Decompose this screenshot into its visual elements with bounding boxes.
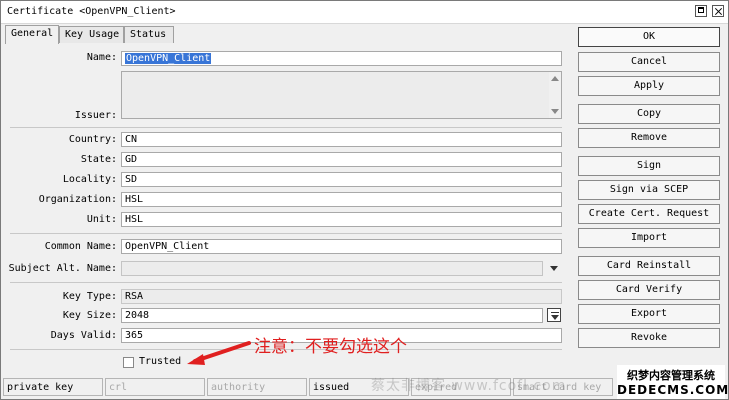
watermark-line2: DEDECMS.COM xyxy=(617,383,729,397)
tab-general[interactable]: General xyxy=(5,25,59,44)
copy-button[interactable]: Copy xyxy=(578,104,720,124)
key-size-label: Key Size: xyxy=(62,310,117,321)
unit-label: Unit: xyxy=(86,214,117,225)
scroll-up-icon[interactable] xyxy=(551,76,559,81)
country-label: Country: xyxy=(68,134,117,145)
locality-label: Locality: xyxy=(62,174,117,185)
name-label: Name: xyxy=(86,52,117,63)
status-authority: authority xyxy=(207,378,307,396)
title-bar[interactable]: Certificate <OpenVPN_Client> xyxy=(1,1,728,24)
organization-input[interactable]: HSL xyxy=(121,192,562,207)
country-input[interactable]: CN xyxy=(121,132,562,147)
tab-status[interactable]: Status xyxy=(124,26,174,43)
name-input[interactable]: OpenVPN_Client xyxy=(121,51,562,66)
common-name-label: Common Name: xyxy=(44,241,117,252)
key-size-dropdown[interactable] xyxy=(547,308,561,322)
close-icon[interactable] xyxy=(712,5,724,17)
key-size-select[interactable]: 2048 xyxy=(121,308,543,323)
state-input[interactable]: GD xyxy=(121,152,562,167)
status-crl: crl xyxy=(105,378,205,396)
sign-via-scep-button[interactable]: Sign via SCEP xyxy=(578,180,720,200)
remove-button[interactable]: Remove xyxy=(578,128,720,148)
issuer-label: Issuer: xyxy=(74,110,117,121)
status-private-key: private key xyxy=(3,378,103,396)
annotation-arrow xyxy=(187,341,251,365)
key-type-label: Key Type: xyxy=(62,291,117,302)
annotation-text: 注意：不要勾选这个 xyxy=(254,337,407,357)
scroll-down-icon[interactable] xyxy=(551,109,559,114)
subject-alt-name-input[interactable] xyxy=(121,261,543,276)
watermark-line1: 织梦内容管理系统 xyxy=(627,369,715,382)
revoke-button[interactable]: Revoke xyxy=(578,328,720,348)
issuer-textarea[interactable] xyxy=(121,71,562,119)
issuer-scrollbar[interactable] xyxy=(549,72,561,118)
apply-button[interactable]: Apply xyxy=(578,76,720,96)
certificate-window: Certificate <OpenVPN_Client> General Key… xyxy=(0,0,729,400)
key-type-value: RSA xyxy=(121,289,562,304)
locality-input[interactable]: SD xyxy=(121,172,562,187)
chevron-down-icon xyxy=(550,266,558,271)
site-watermark: 蔡太非博客 www.fcofl.com xyxy=(371,378,567,394)
window-title: Certificate <OpenVPN_Client> xyxy=(7,6,176,17)
export-button[interactable]: Export xyxy=(578,304,720,324)
maximize-icon[interactable] xyxy=(695,5,707,17)
name-value: OpenVPN_Client xyxy=(125,53,212,64)
separator xyxy=(10,282,562,283)
common-name-input[interactable]: OpenVPN_Client xyxy=(121,239,562,254)
separator xyxy=(10,233,562,234)
state-label: State: xyxy=(80,154,117,165)
sign-button[interactable]: Sign xyxy=(578,156,720,176)
subject-alt-name-dropdown[interactable] xyxy=(547,261,561,275)
dedecms-watermark: 织梦内容管理系统 DEDECMS.COM xyxy=(617,365,729,399)
days-valid-label: Days Valid: xyxy=(50,330,117,341)
card-reinstall-button[interactable]: Card Reinstall xyxy=(578,256,720,276)
tab-key-usage[interactable]: Key Usage xyxy=(59,26,124,43)
unit-input[interactable]: HSL xyxy=(121,212,562,227)
organization-label: Organization: xyxy=(38,194,117,205)
dropdown-bar-icon xyxy=(551,312,559,313)
ok-button[interactable]: OK xyxy=(578,27,720,47)
import-button[interactable]: Import xyxy=(578,228,720,248)
cancel-button[interactable]: Cancel xyxy=(578,52,720,72)
chevron-down-icon xyxy=(551,315,559,320)
card-verify-button[interactable]: Card Verify xyxy=(578,280,720,300)
separator xyxy=(10,127,562,128)
subject-alt-name-label: Subject Alt. Name: xyxy=(8,263,117,274)
trusted-checkbox[interactable] xyxy=(123,357,134,368)
create-cert-request-button[interactable]: Create Cert. Request xyxy=(578,204,720,224)
trusted-label[interactable]: Trusted xyxy=(139,356,181,367)
